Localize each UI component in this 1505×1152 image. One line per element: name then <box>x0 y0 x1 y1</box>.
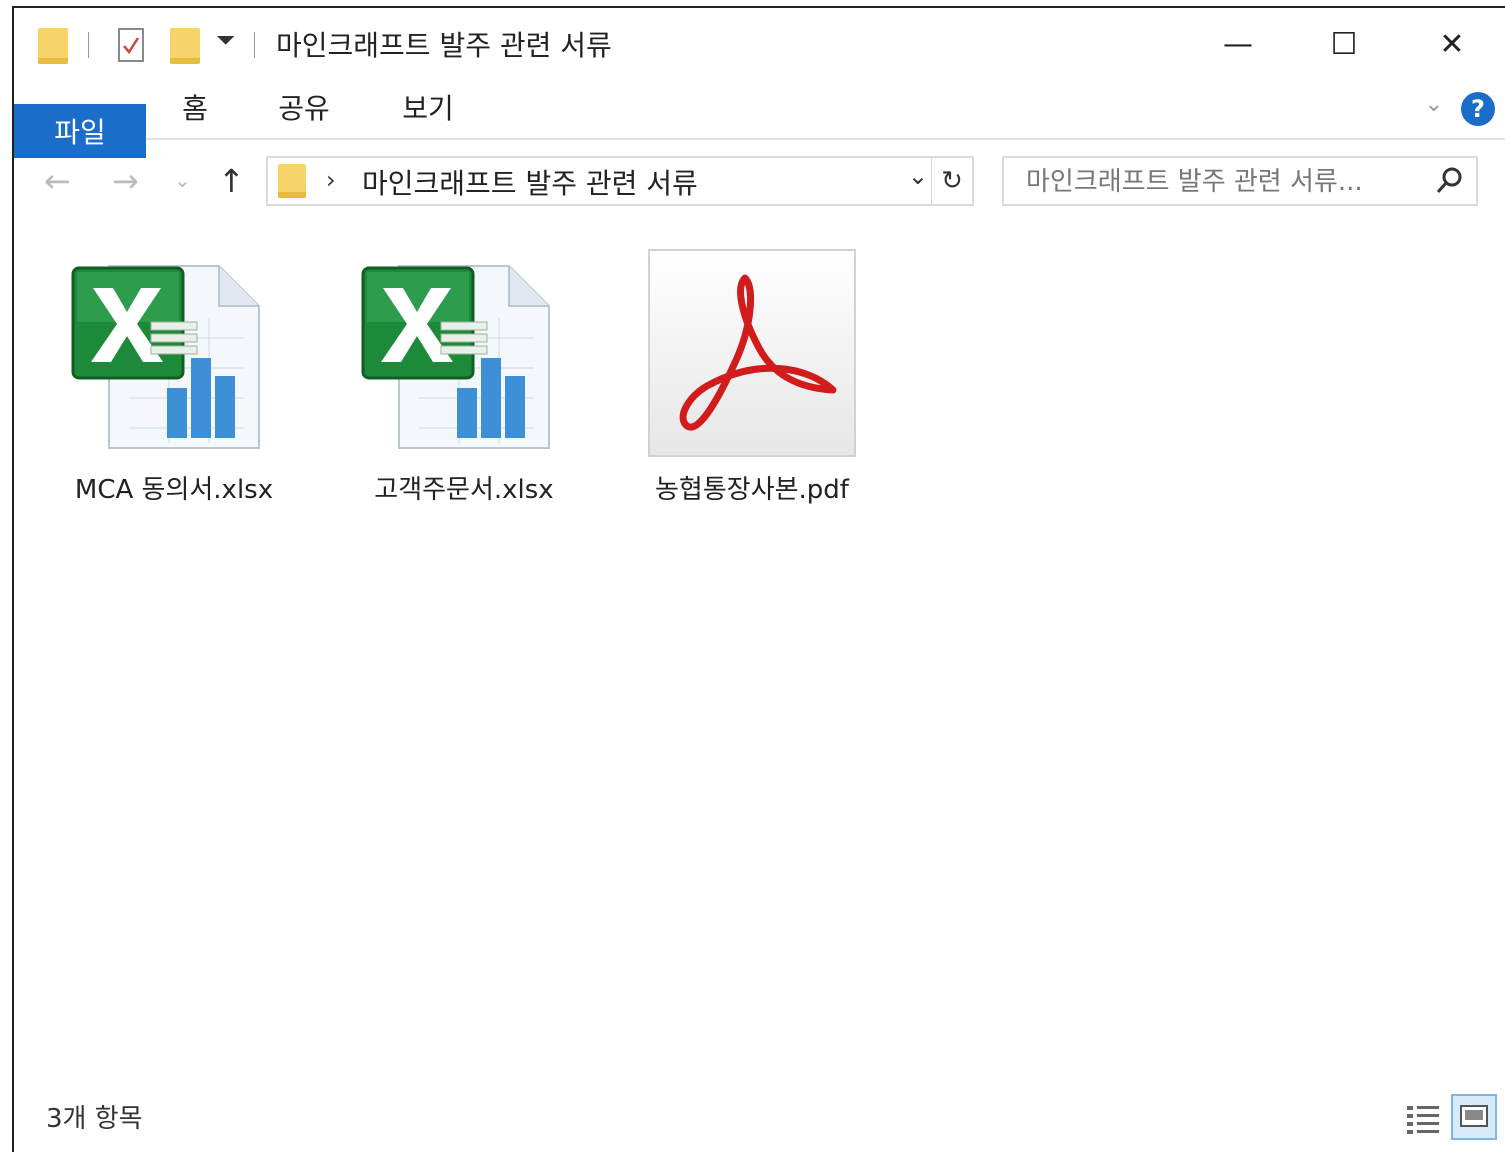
file-name: 고객주문서.xlsx <box>374 475 554 505</box>
close-button[interactable]: ✕ <box>1422 22 1482 66</box>
details-view-icon[interactable] <box>1403 1098 1445 1140</box>
large-icons-view-icon[interactable] <box>1451 1094 1497 1140</box>
breadcrumb[interactable]: 마인크래프트 발주 관련 서류 <box>362 162 698 202</box>
file-name: MCA 동의서.xlsx <box>74 475 274 505</box>
file-item[interactable]: MCA 동의서.xlsx <box>44 248 304 508</box>
tab-share[interactable]: 공유 <box>264 80 344 134</box>
up-button[interactable]: ↑ <box>218 162 245 200</box>
forward-button[interactable]: → <box>112 162 139 200</box>
help-icon[interactable]: ? <box>1461 92 1495 126</box>
status-bar: 3개 항목 <box>14 1094 1505 1152</box>
ribbon: 파일 홈 공유 보기 ⌄ ? <box>14 80 1505 158</box>
properties-icon[interactable] <box>118 28 144 62</box>
title-bar: ⏷ 마인크래프트 발주 관련 서류 — ☐ ✕ <box>14 8 1505 80</box>
folder-icon <box>38 28 68 64</box>
minimize-button[interactable]: — <box>1208 22 1268 66</box>
tab-home[interactable]: 홈 <box>160 80 230 134</box>
new-folder-icon[interactable] <box>170 28 200 64</box>
file-item[interactable]: 농협통장사본.pdf <box>622 248 882 508</box>
breadcrumb-separator[interactable]: › <box>326 166 336 194</box>
navigation-bar: ← → ⌄ ↑ › 마인크래프트 발주 관련 서류 ⌄ ↻ <box>14 140 1505 224</box>
explorer-window: ⏷ 마인크래프트 발주 관련 서류 — ☐ ✕ 파일 홈 공유 보기 ⌄ ? ←… <box>12 6 1505 1152</box>
back-button[interactable]: ← <box>44 162 71 200</box>
item-count: 3개 항목 <box>46 1104 143 1134</box>
folder-icon <box>278 164 306 198</box>
toolbar-separator <box>254 32 255 58</box>
tab-view[interactable]: 보기 <box>388 80 468 134</box>
customize-quick-access-icon[interactable]: ⏷ <box>216 26 235 54</box>
window-title: 마인크래프트 발주 관련 서류 <box>276 29 612 62</box>
maximize-button[interactable]: ☐ <box>1314 22 1374 66</box>
address-dropdown-icon[interactable]: ⌄ <box>908 162 928 190</box>
file-name: 농협통장사본.pdf <box>655 475 849 505</box>
excel-file-icon <box>359 248 569 460</box>
file-list: MCA 동의서.xlsx 고객주문서.xlsx 농협통장사본.pdf <box>14 224 1505 1094</box>
pdf-file-icon <box>647 248 857 460</box>
search-box[interactable] <box>1002 156 1478 206</box>
address-bar[interactable]: › 마인크래프트 발주 관련 서류 ⌄ ↻ <box>266 156 974 206</box>
excel-file-icon <box>69 248 279 460</box>
recent-locations-button[interactable]: ⌄ <box>174 168 191 192</box>
ribbon-expand-icon[interactable]: ⌄ <box>1425 92 1443 117</box>
search-input[interactable] <box>1024 164 1428 200</box>
search-icon[interactable] <box>1434 164 1464 202</box>
toolbar-separator <box>88 32 89 58</box>
refresh-button[interactable]: ↻ <box>931 158 972 204</box>
file-item[interactable]: 고객주문서.xlsx <box>334 248 594 508</box>
